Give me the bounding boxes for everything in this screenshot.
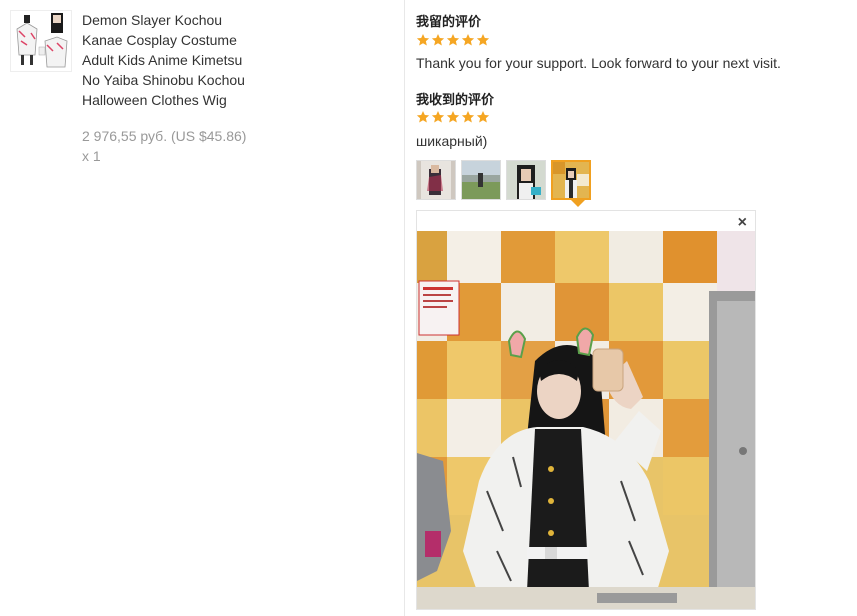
star-icon (416, 111, 430, 123)
received-review-text: шикарный) (416, 133, 488, 149)
photo-viewer: × (416, 210, 756, 610)
photo-thumb-icon (462, 161, 500, 199)
star-icon (461, 111, 475, 123)
star-icon (431, 34, 445, 46)
star-icon (461, 34, 475, 46)
order-review-page: Demon Slayer Kochou Kanae Cosplay Costum… (0, 0, 857, 616)
my-review-stars (416, 33, 490, 47)
photo-thumb-icon (507, 161, 545, 199)
product-title[interactable]: Demon Slayer Kochou Kanae Cosplay Costum… (82, 10, 252, 110)
review-photo-large (417, 231, 755, 609)
product-price: 2 976,55 руб. (US $45.86) (82, 128, 247, 144)
review-photo-thumbnails (416, 160, 591, 200)
photo-thumb-icon (553, 162, 589, 198)
review-photo-thumb-2[interactable] (461, 160, 501, 200)
review-photo-thumb-4[interactable] (551, 160, 591, 200)
star-icon (431, 111, 445, 123)
my-review-title: 我留的评价 (416, 14, 482, 29)
photo-thumb-icon (417, 161, 455, 199)
review-photo-thumb-1[interactable] (416, 160, 456, 200)
star-icon (416, 34, 430, 46)
my-review-text: Thank you for your support. Look forward… (416, 55, 781, 71)
product-thumbnail[interactable] (10, 10, 72, 72)
star-icon (446, 111, 460, 123)
received-review-stars (416, 110, 490, 124)
active-thumb-pointer (571, 200, 585, 207)
review-photo-thumb-3[interactable] (506, 160, 546, 200)
close-icon[interactable]: × (738, 214, 747, 232)
star-icon (476, 111, 490, 123)
cosplay-photo-icon (417, 231, 755, 609)
received-review-title: 我收到的评价 (416, 92, 495, 107)
star-icon (476, 34, 490, 46)
product-quantity: x 1 (82, 148, 101, 164)
costume-product-icon (11, 11, 71, 71)
column-divider (404, 0, 405, 616)
star-icon (446, 34, 460, 46)
